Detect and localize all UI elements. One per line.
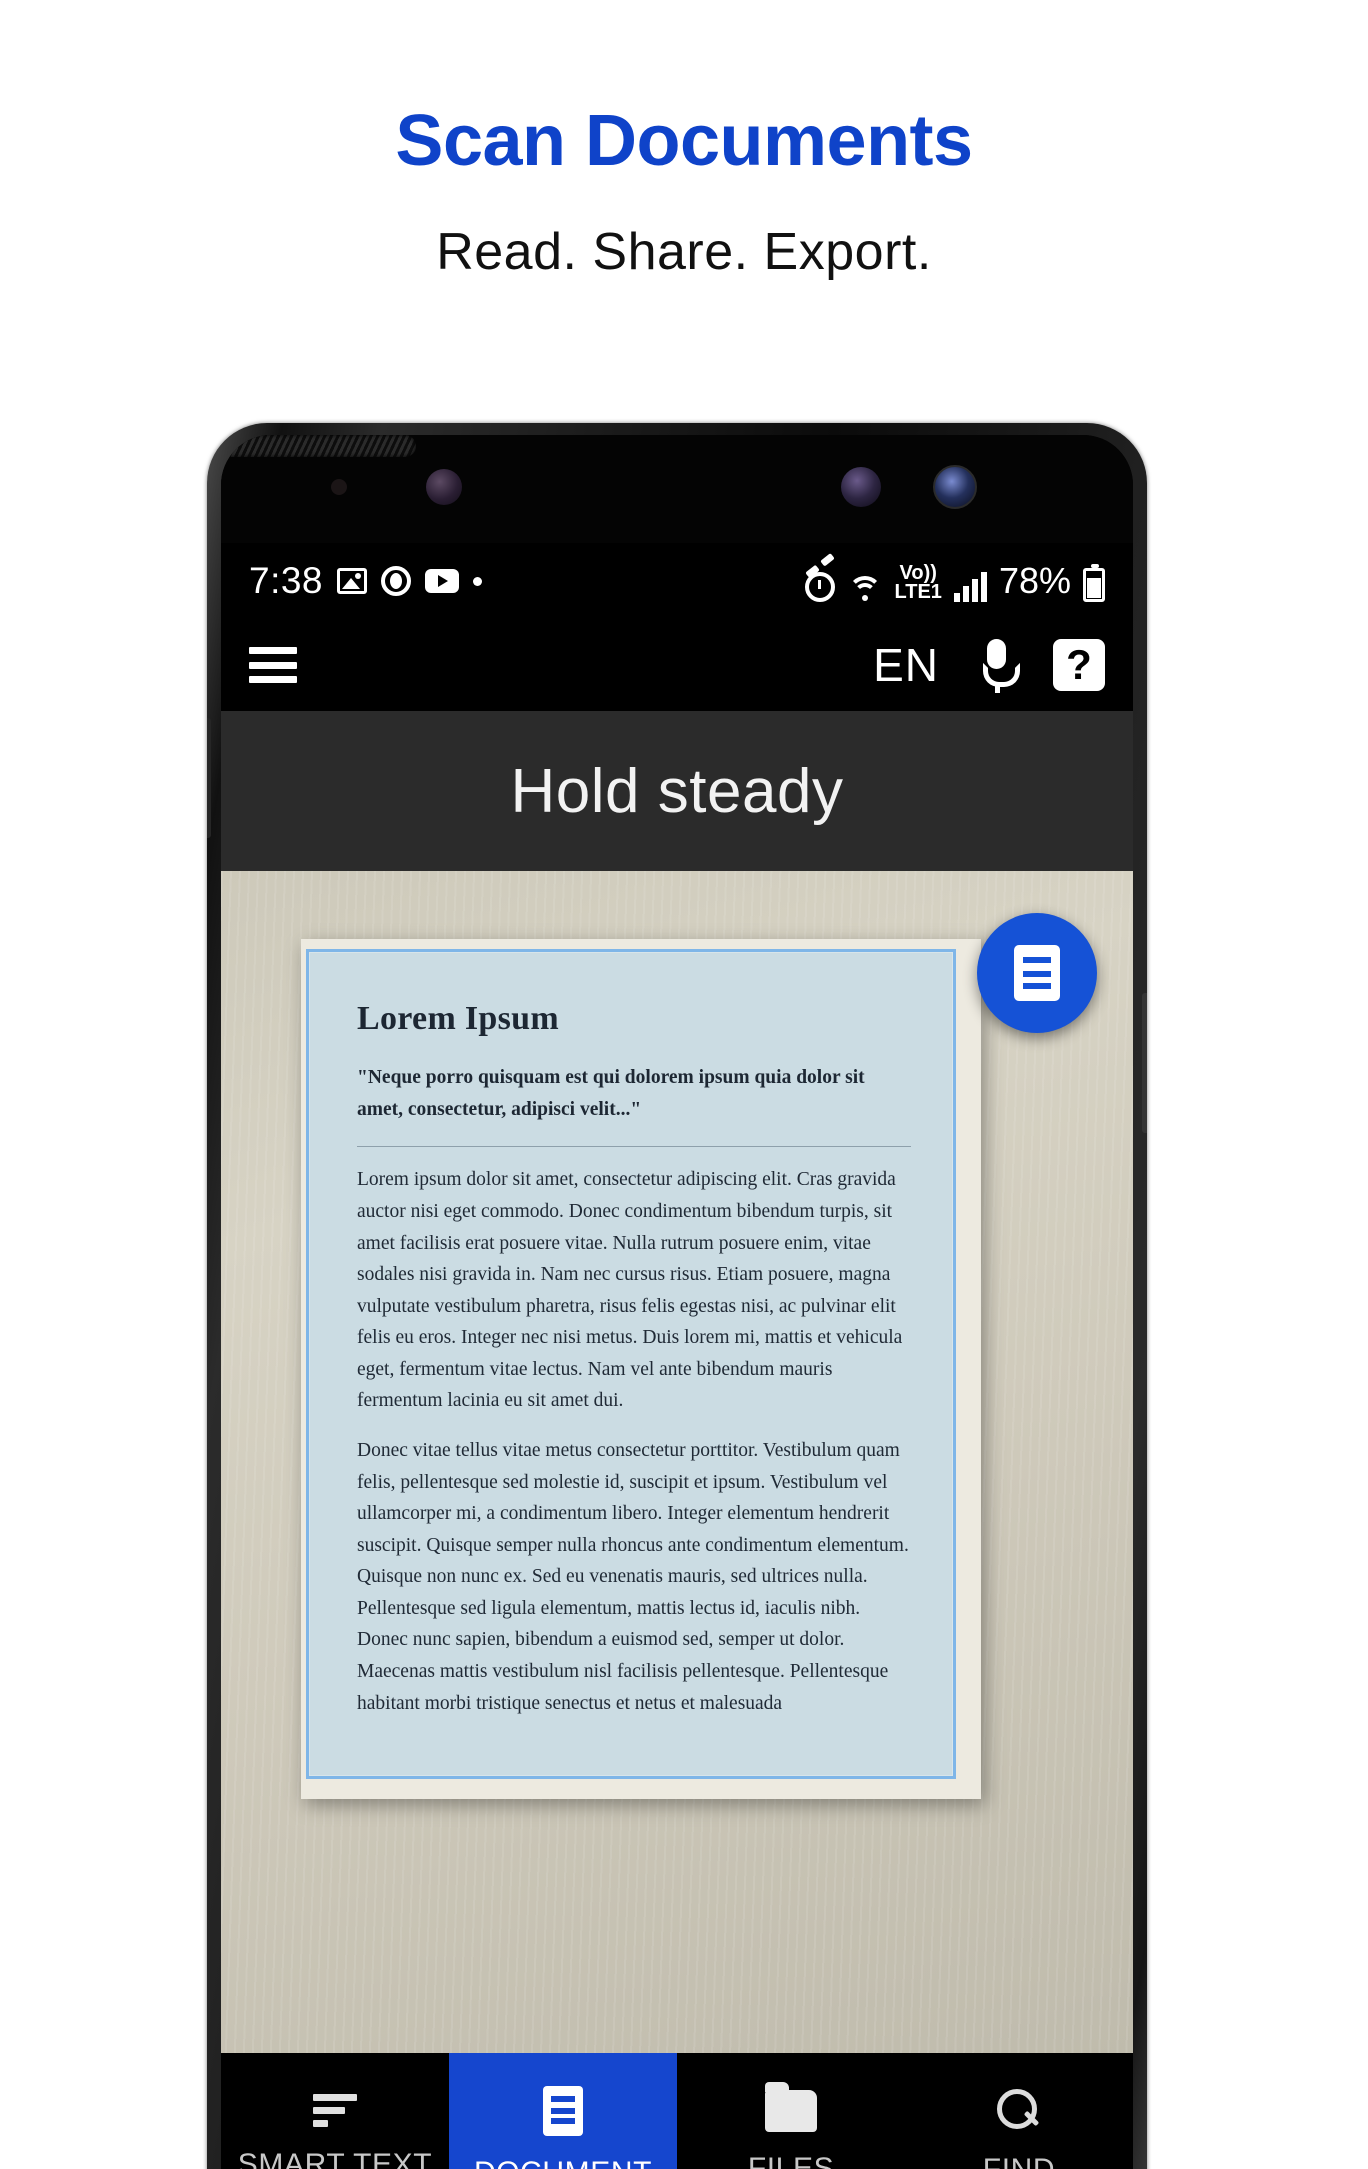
hold-steady-banner: Hold steady [221, 711, 1133, 871]
document-divider [357, 1146, 911, 1148]
document-paragraph-2: Donec vitae tellus vitae metus consectet… [357, 1439, 909, 1714]
smart-text-icon [313, 2094, 357, 2128]
battery-icon [1083, 564, 1105, 602]
camera-viewfinder[interactable]: Lorem Ipsum "Neque porro quisquam est qu… [221, 871, 1133, 2053]
page-title: Scan Documents [395, 101, 973, 181]
hero-text-block: Scan Documents Read. Share. Export. [0, 101, 1368, 282]
nav-item-document[interactable]: DOCUMENT [449, 2053, 677, 2169]
document-paragraph-1: Lorem ipsum dolor sit amet, consectetur … [357, 1169, 903, 1412]
record-circle-icon [381, 566, 412, 596]
alarm-icon [804, 572, 835, 602]
nav-label-find: FIND [983, 2153, 1055, 2169]
status-bar-left: 7:38 [249, 560, 483, 602]
bottom-navigation: SMART TEXT DOCUMENT FILES FIND [221, 2053, 1133, 2169]
image-icon [337, 568, 368, 594]
status-clock: 7:38 [249, 560, 324, 601]
capture-document-fab[interactable] [977, 913, 1097, 1033]
front-camera-right-icon [841, 467, 881, 507]
signal-bars-icon [953, 572, 987, 602]
nav-item-smart-text[interactable]: SMART TEXT [221, 2053, 449, 2169]
page-subtitle: Read. Share. Export. [436, 222, 932, 281]
help-button[interactable]: ? [1053, 639, 1105, 691]
volte-bottom-label: LTE1 [894, 581, 942, 603]
phone-top-bezel [221, 435, 1133, 543]
hold-steady-label: Hold steady [510, 756, 844, 826]
document-icon [1014, 945, 1060, 1001]
nav-label-files: FILES [747, 2152, 835, 2169]
document-title: Lorem Ipsum [357, 1000, 559, 1037]
front-camera-main-icon [933, 465, 977, 509]
language-button[interactable]: EN [873, 638, 939, 692]
nav-label-document: DOCUMENT [474, 2156, 652, 2169]
phone-volume-button [207, 718, 211, 838]
phone-screen: 7:38 Vo)) LTE1 78% EN ? Hold steady Lore… [221, 435, 1133, 2169]
wifi-icon [847, 576, 883, 602]
phone-power-button [1142, 993, 1147, 1133]
app-toolbar-actions: EN ? [873, 638, 1105, 693]
earpiece-speaker-icon [221, 435, 416, 457]
battery-percent-label: 78% [998, 560, 1071, 601]
status-bar: 7:38 Vo)) LTE1 78% [221, 543, 1133, 619]
search-icon [997, 2089, 1041, 2133]
document-crop-overlay[interactable]: Lorem Ipsum "Neque porro quisquam est qu… [306, 949, 956, 1779]
nav-item-files[interactable]: FILES [677, 2053, 905, 2169]
folder-icon [765, 2082, 817, 2132]
status-bar-right: Vo)) LTE1 78% [804, 560, 1105, 603]
proximity-sensor-icon [331, 479, 347, 495]
promo-screenshot: Scan Documents Read. Share. Export. 7:38 [0, 0, 1368, 2169]
document-quote: "Neque porro quisquam est qui dolorem ip… [357, 1067, 865, 1121]
dot-icon [473, 576, 483, 586]
nav-label-smart-text: SMART TEXT [237, 2148, 433, 2169]
hamburger-menu-icon[interactable] [249, 647, 297, 683]
app-toolbar: EN ? [221, 619, 1133, 711]
nav-item-find[interactable]: FIND [905, 2053, 1133, 2169]
volte-icon: Vo)) LTE1 [894, 563, 942, 603]
phone-mockup: 7:38 Vo)) LTE1 78% EN ? Hold steady Lore… [207, 423, 1147, 2169]
document-icon [543, 2086, 583, 2136]
youtube-icon [425, 569, 460, 593]
microphone-icon[interactable] [981, 639, 1020, 693]
front-camera-left-icon [426, 469, 462, 505]
